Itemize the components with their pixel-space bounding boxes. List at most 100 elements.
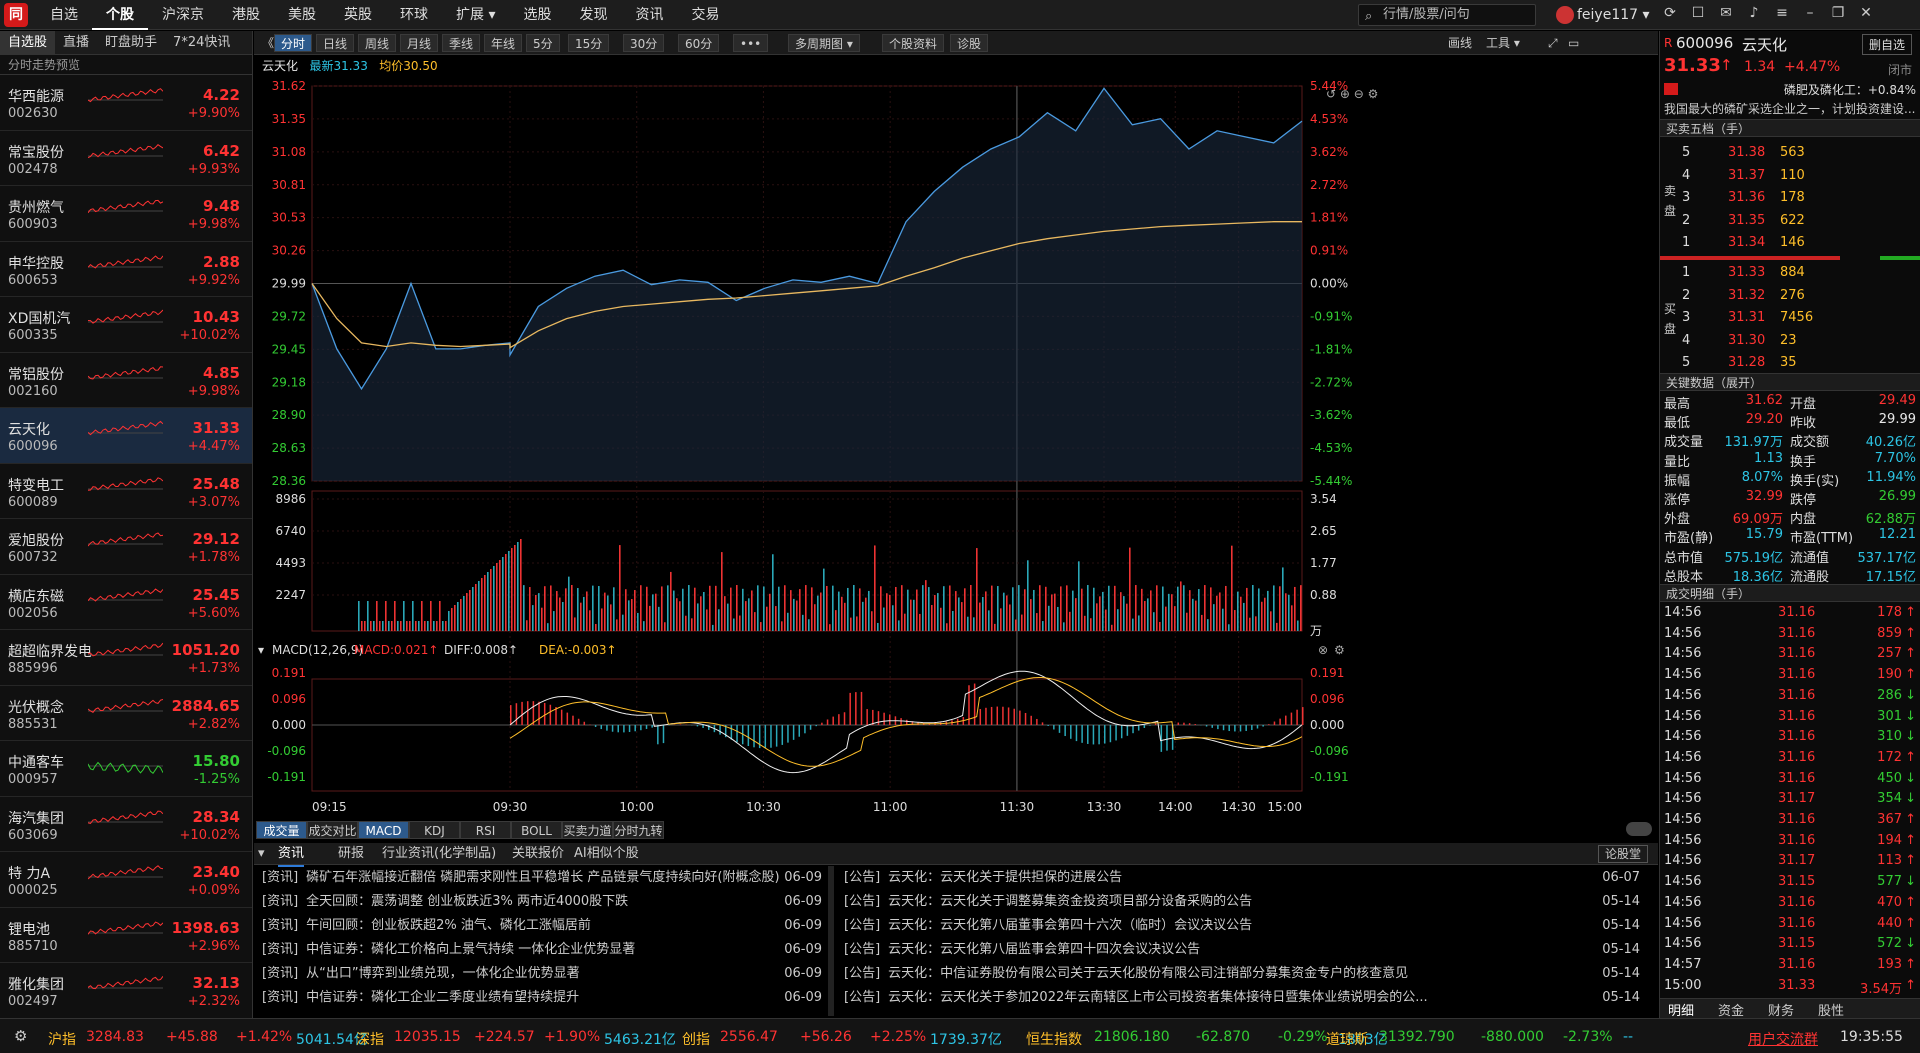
app-logo[interactable]: 同 <box>4 3 28 27</box>
watchlist-tab[interactable]: 盯盘助手 <box>97 31 165 54</box>
news-item[interactable]: [资讯] 午间回顾：创业板跌超2% 油气、磷化工涨幅居前 06-09 <box>262 914 822 938</box>
stock-row[interactable]: 横店东磁 002056 25.45 +5.60% <box>0 575 252 630</box>
refresh-icon[interactable]: ⟳ <box>1660 5 1680 21</box>
bid-row[interactable]: 4 31.30 23 <box>1660 331 1920 351</box>
stock-row[interactable]: 光伏概念 885531 2884.65 +2.82% <box>0 686 252 741</box>
news-tab[interactable]: AI相似个股 <box>574 843 639 865</box>
announcement-item[interactable]: [公告] 云天化：云天化关于调整募集资金投资项目部分设备采购的公告 05-14 <box>844 890 1640 914</box>
menu-item[interactable]: 环球 <box>386 0 442 30</box>
bid-row[interactable]: 1 31.33 884 <box>1660 263 1920 283</box>
index-name[interactable]: 道琼斯 <box>1326 1029 1368 1049</box>
chart-controls-icon[interactable]: ↺ ⊕ ⊖ ⚙ <box>1326 87 1378 101</box>
news-item[interactable]: [资讯] 全天回顾：震荡调整 创业板跌近3% 两市近4000股下跌 06-09 <box>262 890 822 914</box>
key-data-header[interactable]: 关键数据（展开） <box>1660 373 1920 391</box>
index-name[interactable]: 深指 <box>356 1029 384 1049</box>
indicator-tab[interactable]: 分时九转 <box>613 821 664 839</box>
mail-icon[interactable]: ✉ <box>1716 5 1736 21</box>
ask-row[interactable]: 5 31.38 563 <box>1660 143 1920 163</box>
menu-item[interactable]: 沪深京 <box>148 0 218 30</box>
stock-row[interactable]: XD国机汽 600335 10.43 +10.02% <box>0 297 252 353</box>
indicator-tab[interactable]: RSI <box>460 821 511 839</box>
menu-item[interactable]: 交易 <box>677 0 733 30</box>
menu-item[interactable]: 选股 <box>509 0 565 30</box>
stock-row[interactable]: 常铝股份 002160 4.85 +9.98% <box>0 353 252 408</box>
close-icon[interactable]: ✕ <box>1856 5 1876 21</box>
bid-row[interactable]: 3 31.31 7456 <box>1660 308 1920 328</box>
sector-info[interactable]: 磷肥及磷化工：+0.84% <box>1784 81 1916 98</box>
ask-row[interactable]: 4 31.37 110 <box>1660 166 1920 186</box>
news-tab[interactable]: 行业资讯(化学制品) <box>382 843 496 865</box>
chart-svg[interactable]: 31.62 5.44%31.35 4.53%31.08 3.62%30.81 2.72%… <box>254 31 1658 821</box>
news-item[interactable]: [资讯] 从“出口”博弈到业绩兑现，一体化企业优势显著 06-09 <box>262 962 822 986</box>
macd-settings-icon[interactable]: ⚙ <box>1334 643 1345 657</box>
announcement-item[interactable]: [公告] 云天化：云天化第八届监事会第四十四次会议决议公告 05-14 <box>844 938 1640 962</box>
menu-item[interactable]: 港股 <box>218 0 274 30</box>
search-input[interactable]: ⌕ 行情/股票/问句 <box>1358 4 1536 26</box>
news-item[interactable]: [资讯] 中信证券：磷化工价格向上景气持续 一体化企业优势显著 06-09 <box>262 938 822 962</box>
company-desc[interactable]: 我国最大的磷矿采选企业之一，计划投资建设... <box>1664 100 1915 117</box>
detail-tab[interactable]: 资金 <box>1718 1000 1744 1019</box>
remove-watchlist-button[interactable]: 删自选 <box>1861 34 1912 55</box>
announcement-item[interactable]: [公告] 云天化：中信证券股份有限公司关于云天化股份有限公司注销部分募集资金专户的… <box>844 962 1640 986</box>
announcement-item[interactable]: [公告] 云天化：云天化第八届董事会第四十六次（临时）会议决议公告 05-14 <box>844 914 1640 938</box>
menu-item[interactable]: 个股 <box>92 0 148 30</box>
ask-row[interactable]: 1 31.34 146 <box>1660 233 1920 253</box>
indicator-tab[interactable]: KDJ <box>409 821 460 839</box>
skin-icon[interactable]: ☐ <box>1688 5 1708 21</box>
stock-row[interactable]: 特 力A 000025 23.40 +0.09% <box>0 852 252 908</box>
menu-item[interactable]: 美股 <box>274 0 330 30</box>
news-tab[interactable]: 资讯 <box>278 843 305 867</box>
stock-row[interactable]: 海汽集团 603069 28.34 +10.02% <box>0 797 252 852</box>
detail-tab[interactable]: 财务 <box>1768 1000 1794 1019</box>
stock-row[interactable]: 华西能源 002630 4.22 +9.90% <box>0 75 252 131</box>
stock-row[interactable]: 特变电工 600089 25.48 +3.07% <box>0 464 252 519</box>
menu-icon[interactable]: ≡ <box>1772 5 1792 21</box>
menu-item[interactable]: 自选 <box>36 0 92 30</box>
macd-close-icon[interactable]: ⊗ <box>1318 643 1328 657</box>
stock-row[interactable]: 锂电池 885710 1398.63 +2.96% <box>0 908 252 963</box>
indicator-tab[interactable]: BOLL <box>511 821 562 839</box>
watchlist-tab[interactable]: 自选股 <box>0 31 56 54</box>
news-item[interactable]: [资讯] 磷矿石年涨幅接近翻倍 磷肥需求刚性且平稳增长 产品链景气度持续向好(附概… <box>262 866 822 890</box>
stock-forum-button[interactable]: 论股堂 <box>1597 845 1648 863</box>
stock-row[interactable]: 超超临界发电 885996 1051.20 +1.73% <box>0 630 252 686</box>
news-scrollbar[interactable] <box>828 866 834 1016</box>
restore-icon[interactable]: ❐ <box>1828 5 1848 21</box>
stock-row[interactable]: 雅化集团 002497 32.13 +2.32% <box>0 963 252 1019</box>
bid-row[interactable]: 5 31.28 35 <box>1660 353 1920 373</box>
detail-tab[interactable]: 股性 <box>1818 1000 1844 1019</box>
news-item[interactable]: [资讯] 中信证券：磷化工企业二季度业绩有望持续提升 06-09 <box>262 986 822 1010</box>
watchlist-tab[interactable]: 直播 <box>55 31 97 54</box>
stock-row[interactable]: 申华控股 600653 2.88 +9.92% <box>0 242 252 297</box>
stock-row[interactable]: 云天化 600096 31.33 +4.47% <box>0 408 252 464</box>
stock-row[interactable]: 中通客车 000957 15.80 -1.25% <box>0 741 252 797</box>
detail-tab[interactable]: 明细 <box>1668 1000 1694 1019</box>
indicator-tab[interactable]: 成交量 <box>256 821 307 839</box>
user-account[interactable]: feiye117 ▾ <box>1556 6 1650 24</box>
index-name[interactable]: 创指 <box>682 1029 710 1049</box>
news-tab[interactable]: 关联报价 <box>512 843 564 865</box>
bell-icon[interactable]: ♪ <box>1744 5 1764 21</box>
macd-toggle-icon[interactable]: ▾ <box>258 643 264 657</box>
indicator-tab[interactable]: 成交对比 <box>307 821 358 839</box>
settings-icon[interactable]: ⚙ <box>14 1027 27 1045</box>
minimize-icon[interactable]: – <box>1800 5 1820 21</box>
bid-row[interactable]: 2 31.32 276 <box>1660 286 1920 306</box>
ask-row[interactable]: 2 31.35 622 <box>1660 211 1920 231</box>
news-tab[interactable]: 研报 <box>338 843 364 865</box>
indicator-tab[interactable]: 买卖力道 <box>562 821 613 839</box>
news-collapse-icon[interactable]: ▾ <box>258 843 265 865</box>
indicator-tab[interactable]: MACD <box>358 821 409 839</box>
user-group-link[interactable]: 用户交流群 <box>1748 1029 1818 1049</box>
stock-row[interactable]: 常宝股份 002478 6.42 +9.93% <box>0 131 252 186</box>
stock-row[interactable]: 爱旭股份 600732 29.12 +1.78% <box>0 519 252 575</box>
index-name[interactable]: 恒生指数 <box>1026 1029 1082 1049</box>
menu-item[interactable]: 英股 <box>330 0 386 30</box>
ask-row[interactable]: 3 31.36 178 <box>1660 188 1920 208</box>
stock-row[interactable]: 贵州燃气 600903 9.48 +9.98% <box>0 186 252 242</box>
index-name[interactable]: 沪指 <box>48 1029 76 1049</box>
menu-item[interactable]: 扩展 ▾ <box>442 0 509 30</box>
announcement-item[interactable]: [公告] 云天化：云天化关于提供担保的进展公告 06-07 <box>844 866 1640 890</box>
watchlist-tab[interactable]: 7*24快讯 <box>165 31 238 54</box>
menu-item[interactable]: 资讯 <box>621 0 677 30</box>
